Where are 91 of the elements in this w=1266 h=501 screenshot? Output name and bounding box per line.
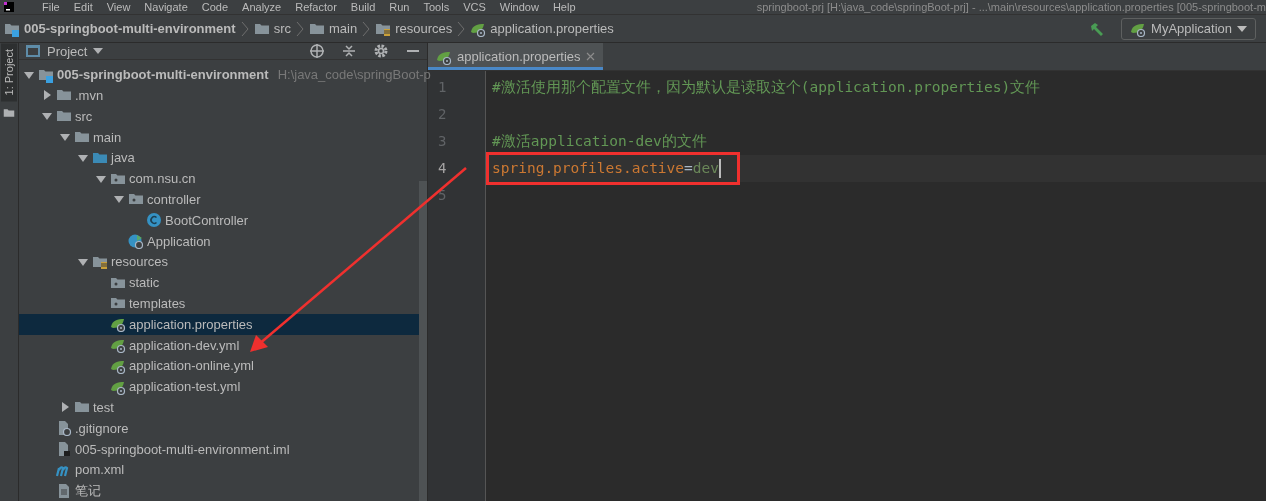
menu-item[interactable]: View [106,1,131,13]
spring-leaf-icon [110,316,126,333]
tree-item[interactable]: .mvn [19,85,106,106]
tree-item-label: templates [129,295,186,311]
window-icon [25,43,41,60]
tree-item[interactable]: test [19,397,116,418]
project-path: H:\java_code\springBoot-p [277,67,431,83]
tree-item[interactable]: static [19,272,162,294]
tree-item-label: 005-springboot-multi-environment.iml [75,441,290,457]
menu-item[interactable]: Edit [73,1,93,13]
tree-item[interactable]: BootController [19,209,251,231]
tree-item-label: java [111,150,135,166]
editor-tab[interactable]: application.properties [428,43,603,70]
scrollbar[interactable] [419,181,427,501]
breadcrumb-item[interactable]: 005-springboot-multi-environment [24,21,236,36]
caret-icon [1237,25,1247,32]
tree-item-label: .mvn [75,87,104,103]
menu-item[interactable]: Navigate [144,1,188,13]
tree-item[interactable]: .gitignore [19,417,131,439]
line-number: 4 [437,159,448,178]
tree-item-label: controller [147,191,201,207]
tree-item-label: application-dev.yml [129,337,240,353]
menu-item[interactable]: Window [499,1,539,13]
breadcrumb-item[interactable]: main [328,21,358,36]
tree-item[interactable]: java [19,147,137,169]
menu-item[interactable]: File [42,1,60,13]
tree-item-label: main [93,129,122,145]
file-icon [56,420,72,437]
caret-icon[interactable] [93,48,104,55]
file-icon [56,441,72,457]
tree-item[interactable]: 笔记 [19,480,103,501]
menu-item[interactable]: Run [389,1,410,13]
tree-item[interactable]: pom.xml [19,459,127,481]
tree-item[interactable]: application-dev.yml [19,334,242,356]
menu-item[interactable]: Tools [423,1,450,13]
hammer-icon[interactable] [1089,20,1106,37]
menu-item[interactable]: Help [552,1,576,13]
tree-item[interactable]: Application [19,230,213,252]
text-cursor [719,159,721,178]
chevron-icon [457,20,466,37]
tree-item-label: com.nsu.cn [129,171,196,187]
code-text: #激活使用那个配置文件，因为默认是读取这个(application.properties)文件 [492,78,1041,97]
code-text: dev [692,159,719,178]
run-configuration-dropdown[interactable]: MyApplication [1121,17,1256,40]
class-icon [146,212,162,229]
tree-item[interactable]: application-online.yml [19,355,256,377]
tree-item[interactable]: application-test.yml [19,376,243,397]
chevron-icon [295,20,304,37]
breadcrumb-item[interactable]: src [273,21,291,36]
tree-item-label: 笔记 [75,481,101,500]
menu-item[interactable]: VCS [463,1,486,13]
menu-item[interactable]: Build [350,1,376,13]
tree-item-label: pom.xml [75,462,125,478]
window-title: springboot-prj [H:\java_code\springBoot-prj] - ...\main\resources\application.properties [005-springboot-m [756,1,1266,13]
class-icon [128,233,144,250]
code-text: spring.profiles.active [492,159,685,178]
code-text: #激活application-dev的文件 [492,132,707,151]
tree-item[interactable]: resources [19,251,171,273]
collapse-arrow-icon[interactable] [59,401,71,414]
menu-item[interactable]: Analyze [242,1,282,13]
collapse-arrow-icon[interactable] [41,89,53,102]
menu-item[interactable]: Code [201,1,229,13]
spring-leaf-icon [110,337,126,353]
tree-item-label: static [129,275,160,291]
tree-item-label: resources [111,254,169,270]
tree-item-label: Application [147,233,211,249]
tree-item-label: application.properties [129,316,253,332]
tree-item-label: test [93,399,114,415]
tree-item[interactable]: com.nsu.cn [19,168,198,190]
tree-item[interactable]: controller [19,189,203,210]
chevron-icon [362,20,371,37]
chevron-icon [240,20,249,37]
tree-item-label: application-online.yml [129,358,254,374]
panel-title[interactable]: Project [47,43,88,59]
tree-item-label: application-test.yml [129,379,241,395]
tool-window-tab[interactable]: 1: Project [1,43,17,102]
code-text: = [684,159,693,178]
tree-item[interactable]: 005-springboot-multi-environment.iml [19,438,292,460]
tree-item-label: .gitignore [75,420,129,436]
tree-item[interactable]: main [19,126,124,148]
crosshair-icon[interactable] [309,43,325,60]
breadcrumb-item[interactable]: application.properties [490,21,614,36]
tree-item-label: BootController [165,212,249,228]
tree-item-label: src [75,108,93,124]
breadcrumb-item[interactable]: resources [395,21,453,36]
tree-item-label: 005-springboot-multi-environment [57,67,269,83]
settings-icon[interactable] [373,43,389,60]
menu-item[interactable]: Refactor [295,1,337,13]
tree-item[interactable]: src [19,105,95,127]
app-logo-icon [4,2,14,12]
tree-item[interactable]: templates [19,293,188,314]
